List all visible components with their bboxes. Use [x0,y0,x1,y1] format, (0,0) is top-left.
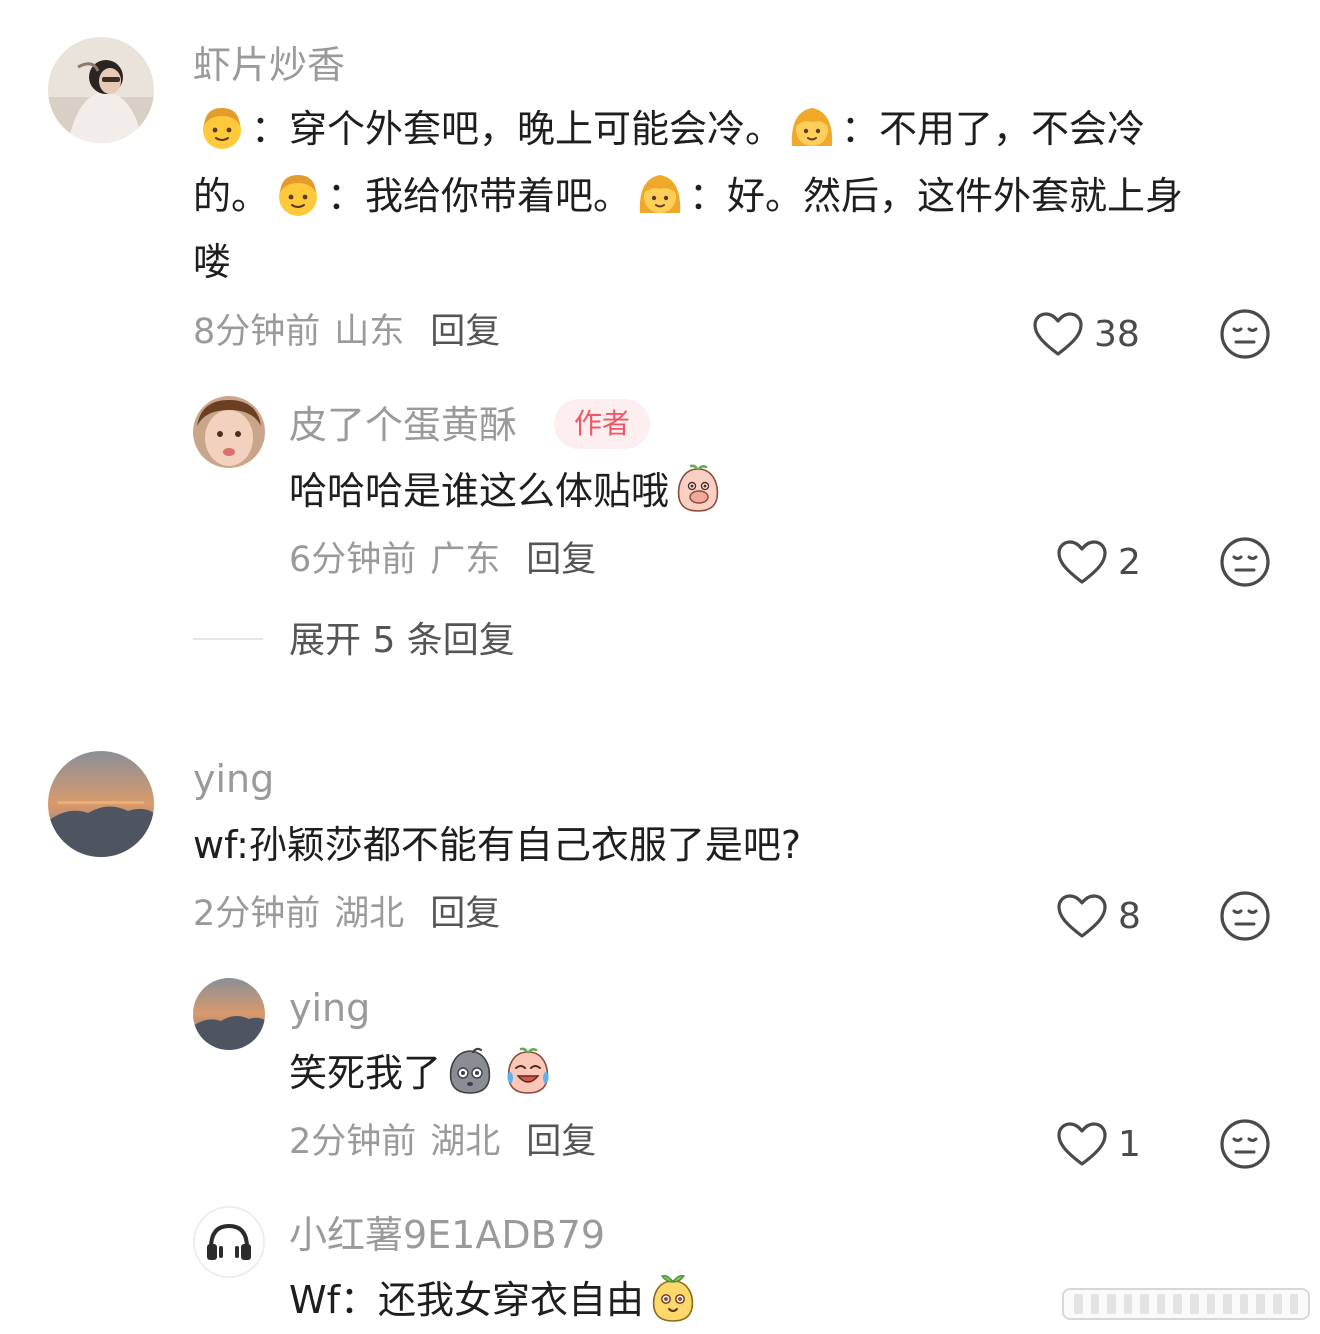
expand-replies-button[interactable]: 展开 5 条回复 [289,619,515,663]
heart-outline-icon [1056,539,1108,585]
avatar[interactable] [193,1206,265,1278]
reply-time: 2分钟前 [289,1122,417,1162]
expressionless-face-icon[interactable] [1219,536,1271,588]
comment-text-segment: ：我给你带着吧。 [327,174,632,218]
reply-button[interactable]: 回复 [526,540,596,580]
divider [193,638,263,640]
avatar[interactable] [193,396,265,468]
reply-text-content: Wf：还我女穿衣自由 [289,1278,644,1322]
comment-time: 2分钟前 [193,894,321,934]
avatar[interactable] [48,751,154,857]
like-count: 8 [1118,895,1141,937]
reply-username[interactable]: 小红薯9E1ADB79 [289,1212,605,1258]
comment-location: 山东 [334,312,405,352]
reply-username[interactable]: 皮了个蛋黄酥 [289,402,517,448]
avatar[interactable] [48,37,154,143]
like-button[interactable]: 1 [1056,1119,1141,1169]
heart-outline-icon [1032,311,1084,357]
reply-text: Wf：还我女穿衣自由 [289,1267,702,1333]
comment-time: 8分钟前 [193,312,321,352]
reply-text: 哈哈哈是谁这么体贴哦 [289,458,727,524]
comment-text-segment: ：不用了，不会冷 [841,107,1146,151]
reply-text-content: 笑死我了 [289,1051,442,1095]
comment-text-line-3: 喽 [193,240,232,284]
expressionless-face-icon[interactable] [1219,1118,1271,1170]
comment-text-segment: 的。 [193,174,270,218]
comment-text-segment: ：好。然后，这件外套就上身 [689,174,1184,218]
boy-emoji [197,102,247,152]
comment-text: wf:孙颖莎都不能有自己衣服了是吧? [193,823,802,867]
like-button[interactable]: 8 [1056,891,1141,941]
expressionless-face-icon[interactable] [1219,308,1271,360]
boy-emoji [273,169,323,219]
reply-button[interactable]: 回复 [430,312,500,352]
girl-emoji [787,102,837,152]
reply-text-content: 哈哈哈是谁这么体贴哦 [289,469,670,513]
like-button[interactable]: 38 [1032,309,1140,359]
avatar[interactable] [193,978,265,1050]
reply-time: 6分钟前 [289,540,417,580]
reply-location: 湖北 [430,1122,501,1162]
like-count: 38 [1094,313,1140,355]
reply-location: 广东 [430,540,501,580]
like-count: 1 [1118,1123,1141,1165]
covering-mouth-emoji [673,464,723,514]
rock-emoji [445,1046,495,1096]
colon: ： [251,107,290,151]
comment-text-segment: 穿个外套吧，晚上可能会冷。 [289,107,784,151]
comment-text-line-2: 的。 ：我给你带着吧。 ：好。然后，这件外套就上身 [193,163,1183,229]
comment-text-line-1: ：穿个外套吧，晚上可能会冷。 ：不用了，不会冷 [193,96,1145,162]
expressionless-face-icon[interactable] [1219,890,1271,942]
comment-meta: 8分钟前 山东 回复 [193,310,500,354]
comment-location: 湖北 [334,894,405,934]
comment-username[interactable]: ying [193,756,274,802]
heart-outline-icon [1056,1121,1108,1167]
reply-button[interactable]: 回复 [430,894,500,934]
sprout-emoji [648,1273,698,1323]
scroll-indicator[interactable] [1062,1288,1310,1320]
author-badge: 作者 [554,399,651,449]
reply-username[interactable]: ying [289,985,370,1031]
reply-meta: 2分钟前 湖北 回复 [289,1120,596,1164]
heart-outline-icon [1056,893,1108,939]
headphones-icon [195,1208,263,1276]
reply-meta: 6分钟前 广东 回复 [289,538,596,582]
girl-emoji [635,169,685,219]
comment-username[interactable]: 虾片炒香 [193,42,345,88]
reply-text: 笑死我了 [289,1040,557,1106]
reply-button[interactable]: 回复 [526,1122,596,1162]
like-button[interactable]: 2 [1056,537,1141,587]
comment-meta: 2分钟前 湖北 回复 [193,892,500,936]
crying-laughing-emoji [503,1046,553,1096]
like-count: 2 [1118,541,1141,583]
